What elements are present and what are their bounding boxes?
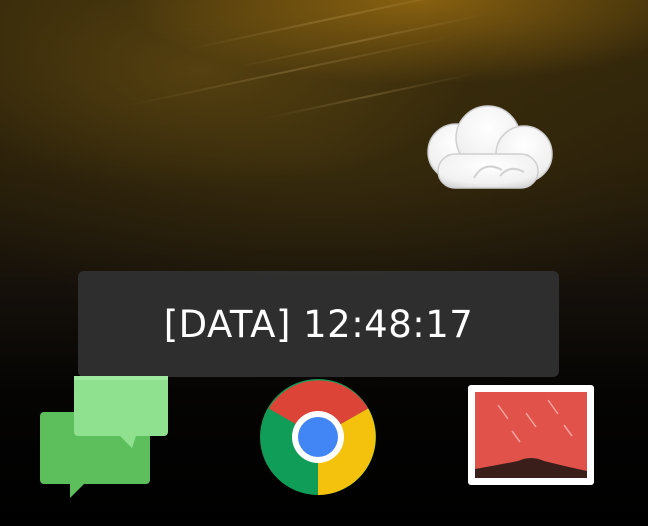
home-screen: [DATA] 12:48:17 bbox=[0, 0, 648, 526]
chrome-icon[interactable] bbox=[258, 377, 378, 497]
toast-notification: [DATA] 12:48:17 bbox=[78, 271, 559, 377]
messages-icon[interactable] bbox=[40, 372, 170, 498]
cloud-icon[interactable] bbox=[416, 100, 558, 194]
wallpaper-streak bbox=[232, 12, 488, 70]
gallery-icon[interactable] bbox=[468, 385, 594, 485]
wallpaper-streak bbox=[123, 34, 457, 108]
toast-text: [DATA] 12:48:17 bbox=[163, 302, 474, 346]
